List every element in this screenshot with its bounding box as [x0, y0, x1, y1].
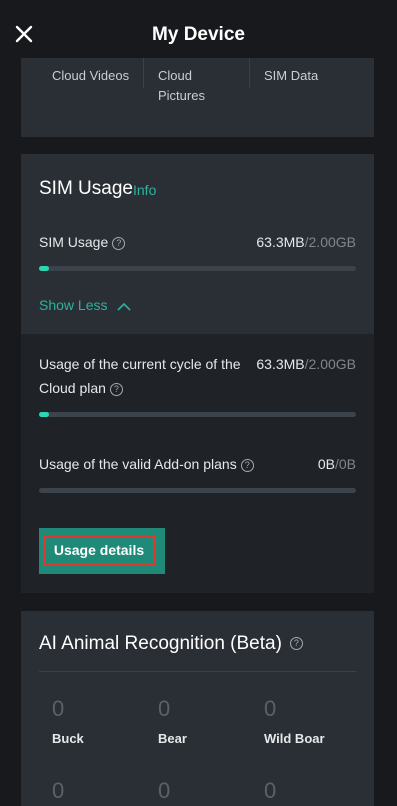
divider [39, 671, 356, 672]
divider [249, 58, 250, 88]
cloud-pictures-label-line2: Pictures [158, 88, 205, 103]
show-less-label: Show Less [39, 297, 108, 313]
addon-usage-label-text: Usage of the valid Add-on plans [39, 456, 237, 472]
cloud-pictures-label: Cloud Pictures [158, 58, 205, 103]
animal-name-buck: Buck [52, 731, 84, 746]
sim-usage-progress [39, 266, 356, 271]
sim-usage-used: 63.3MB [256, 234, 305, 250]
sim-usage-label: SIM Usage? [39, 234, 126, 250]
cycle-usage-amount: 63.3MB/2.00GB [256, 356, 356, 372]
ai-animal-recognition-card: AI Animal Recognition (Beta)? 0 Buck 0 B… [21, 611, 374, 806]
animal-count: 0 [52, 778, 65, 803]
info-link[interactable]: Info [133, 182, 156, 198]
cycle-usage-progress-fill [39, 412, 49, 417]
cycle-usage-label-line2: Cloud plan [39, 380, 106, 396]
animal-name-bear: Bear [158, 731, 187, 746]
addon-usage-progress [39, 488, 356, 493]
sim-usage-details-panel: Usage of the current cycle of the Cloud … [21, 334, 374, 593]
help-circle-icon[interactable]: ? [112, 236, 126, 250]
sim-usage-label-text: SIM Usage [39, 234, 109, 250]
animal-count-bear: 0 [158, 696, 171, 721]
top-bar: My Device [0, 0, 397, 62]
addon-usage-total: /0B [334, 456, 356, 472]
cycle-usage-label-line1: Usage of the current cycle of the [39, 356, 241, 372]
cycle-usage-total: /2.00GB [304, 356, 356, 372]
usage-details-label: Usage details [43, 535, 155, 565]
animal-count-buck: 0 [52, 696, 65, 721]
divider [143, 58, 144, 88]
chevron-up-icon [117, 302, 131, 311]
section-title: SIM Usage [39, 178, 133, 199]
cycle-usage-used: 63.3MB [256, 356, 305, 372]
sim-usage-amount: 63.3MB/2.00GB [256, 234, 356, 250]
cycle-usage-progress [39, 412, 356, 417]
help-circle-icon[interactable]: ? [240, 458, 254, 472]
help-circle-icon[interactable]: ? [109, 382, 123, 396]
usage-details-button[interactable]: Usage details [39, 528, 165, 574]
section-title: AI Animal Recognition (Beta)? [39, 633, 303, 655]
addon-usage-label: Usage of the valid Add-on plans? [39, 452, 254, 476]
help-circle-icon[interactable]: ? [289, 637, 303, 651]
cloud-pictures-label-line1: Cloud [158, 68, 192, 83]
animal-count-wild-boar: 0 [264, 696, 277, 721]
page-title: My Device [152, 24, 245, 45]
animal-name-wild-boar: Wild Boar [264, 731, 325, 746]
sim-usage-total: /2.00GB [304, 234, 356, 250]
animal-count: 0 [158, 778, 171, 803]
sim-usage-progress-fill [39, 266, 49, 271]
cycle-usage-label: Usage of the current cycle of the Cloud … [39, 352, 241, 400]
ai-title-text: AI Animal Recognition (Beta) [39, 633, 282, 654]
animal-count: 0 [264, 778, 277, 803]
addon-usage-used: 0B [317, 456, 335, 472]
cloud-videos-label: Cloud Videos [52, 68, 130, 83]
sim-data-label: SIM Data [264, 68, 319, 83]
cloud-storage-card: Cloud Videos Cloud Pictures SIM Data [21, 58, 374, 137]
addon-usage-amount: 0B/0B [318, 456, 356, 472]
sim-usage-card: SIM Usage Info SIM Usage? 63.3MB/2.00GB … [21, 154, 374, 593]
show-less-toggle[interactable]: Show Less [39, 297, 131, 313]
